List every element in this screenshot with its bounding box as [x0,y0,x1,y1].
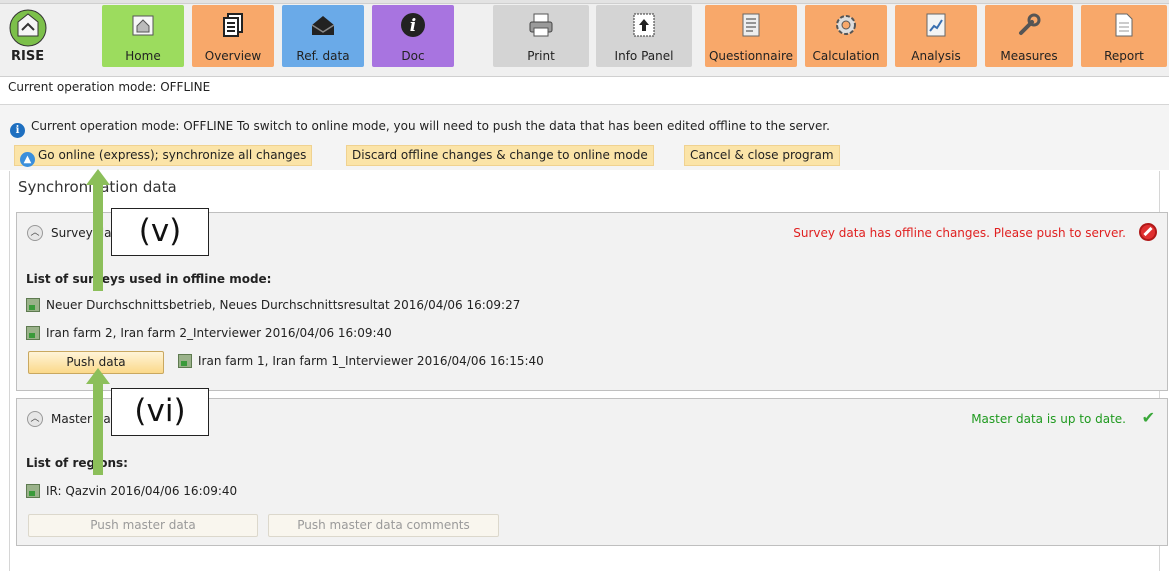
calculation-button[interactable]: Calculation [805,5,887,67]
print-button[interactable]: Print [493,5,589,67]
info-panel-button[interactable]: Info Panel [596,5,692,67]
not-synced-icon [1139,223,1157,241]
survey-icon [26,298,40,312]
list-item: Neuer Durchschnittsbetrieb, Neues Durchs… [26,298,520,312]
survey-icon [26,326,40,340]
annotation-arrow-head [86,169,110,185]
document-icon [1115,13,1133,37]
annotation-label-v: (v) [111,208,209,256]
annotation-arrow-head [86,368,110,384]
region-icon [26,484,40,498]
gear-icon [836,15,856,35]
ref-data-button[interactable]: Ref. data [282,5,364,67]
list-item: Iran farm 1, Iran farm 1_Interviewer 201… [178,354,544,368]
svg-text:RISE: RISE [11,49,44,64]
chart-icon [926,13,946,37]
questionnaire-icon [742,13,760,37]
survey-list-title: List of surveys used in offline mode: [26,272,272,286]
collapse-master-button[interactable]: ︿ [27,411,43,427]
info-panel-icon [633,13,655,37]
overview-button[interactable]: Overview [192,5,274,67]
push-master-comments-button[interactable]: Push master data comments [268,514,499,537]
survey-icon [178,354,192,368]
collapse-survey-button[interactable]: ︿ [27,225,43,241]
go-online-button[interactable]: ▲ Go online (express); synchronize all ch… [14,145,313,167]
copy-icon [223,13,243,37]
wrench-icon [1019,13,1041,35]
window-top-border [0,0,1169,4]
survey-status-text: Survey data has offline changes. Please … [793,226,1126,240]
rise-logo: RISE [6,8,54,64]
printer-icon [529,13,553,37]
list-item: Iran farm 2, Iran farm 2_Interviewer 201… [26,326,392,340]
questionnaire-button[interactable]: Questionnaire [705,5,797,67]
report-button[interactable]: Report [1081,5,1167,67]
info-bar: i Current operation mode: OFFLINE To swit… [0,104,1169,170]
check-icon: ✔ [1141,408,1155,427]
operation-mode-text: Current operation mode: OFFLINE [8,80,211,94]
envelope-icon [311,16,335,35]
home-button[interactable]: Home [102,5,184,67]
analysis-button[interactable]: Analysis [895,5,977,67]
main-toolbar: RISE Home Overview Ref. data i Doc Print… [0,0,1169,77]
cancel-close-program-button[interactable]: Cancel & close program [684,145,840,166]
svg-text:i: i [410,16,416,36]
measures-button[interactable]: Measures [985,5,1073,67]
home-icon [132,15,154,36]
info-circle-icon: i [10,123,25,138]
list-item: IR: Qazvin 2016/04/06 16:09:40 [26,484,237,498]
annotation-arrow-shaft [93,383,103,475]
info-icon: i [401,13,425,37]
info-message: Current operation mode: OFFLINE To switc… [31,119,830,133]
arrow-up-icon: ▲ [20,152,35,167]
master-status-text: Master data is up to date. [971,412,1126,426]
annotation-arrow-shaft [93,184,103,291]
discard-offline-changes-button[interactable]: Discard offline changes & change to onli… [346,145,654,166]
region-list-title: List of regions: [26,456,128,470]
doc-button[interactable]: i Doc [372,5,454,67]
annotation-label-vi: (vi) [111,388,209,436]
push-master-data-button[interactable]: Push master data [28,514,258,537]
